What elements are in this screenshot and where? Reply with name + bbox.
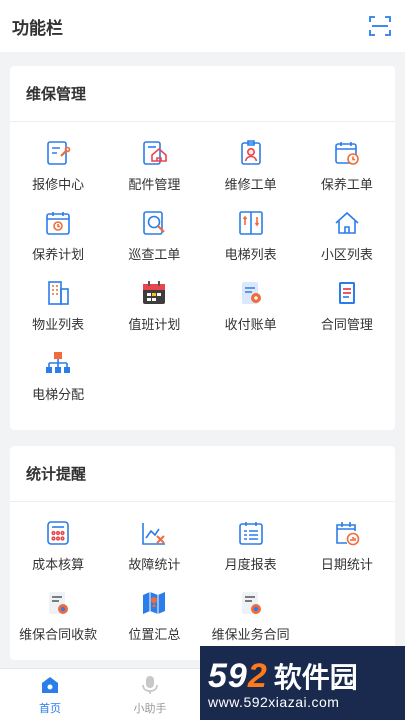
statistics-title: 统计提醒: [10, 446, 395, 502]
monthly-report-icon: [236, 518, 266, 548]
menu-item-business-contract[interactable]: 维保业务合同: [203, 580, 299, 650]
watermark-name: 软件园: [273, 662, 358, 693]
magnify-doc-icon: [139, 208, 169, 238]
parts-house-icon: [139, 138, 169, 168]
menu-item-elevator-allocation[interactable]: 电梯分配: [10, 340, 106, 410]
statistics-card: 统计提醒 成本核算 故障统计 月度报表 日期统计 维保合同收款 位置汇总 维保业…: [10, 446, 395, 660]
menu-item-label: 值班计划: [128, 316, 181, 332]
menu-item-repair-center[interactable]: 报修中心: [10, 130, 106, 200]
calendar-plan-icon: [43, 208, 73, 238]
menu-item-label: 报修中心: [32, 176, 85, 192]
menu-item-contract-payment[interactable]: 维保合同收款: [10, 580, 106, 650]
menu-item-label: 电梯分配: [32, 386, 85, 402]
scan-icon[interactable]: [367, 13, 393, 39]
fault-chart-icon: [139, 518, 169, 548]
menu-item-monthly-report[interactable]: 月度报表: [203, 510, 299, 580]
menu-item-label: 月度报表: [224, 556, 277, 572]
menu-item-label: 保养计划: [32, 246, 85, 262]
statistics-grid: 成本核算 故障统计 月度报表 日期统计 维保合同收款 位置汇总 维保业务合同: [10, 502, 395, 660]
watermark-logo: 592 软件园 www.592xiazai.com: [200, 646, 405, 720]
menu-item-label: 维修工单: [224, 176, 277, 192]
menu-item-label: 保养工单: [320, 176, 373, 192]
maintenance-grid: 报修中心 配件管理 维修工单 保养工单 保养计划 巡查工单 电梯列表 小区列表 …: [10, 122, 395, 430]
menu-item-date-stats[interactable]: 日期统计: [299, 510, 395, 580]
org-chart-icon: [43, 348, 73, 378]
menu-item-duty-plan[interactable]: 值班计划: [106, 270, 202, 340]
duty-calendar-icon: [139, 278, 169, 308]
menu-item-community-list[interactable]: 小区列表: [299, 200, 395, 270]
mic-icon: [138, 673, 162, 697]
menu-item-label: 收付账单: [224, 316, 277, 332]
date-stat-icon: [332, 518, 362, 548]
bill-icon: [236, 278, 266, 308]
home-icon: [38, 673, 62, 697]
tab-assistant-label: 小助手: [133, 703, 167, 715]
elevator-icon: [236, 208, 266, 238]
menu-item-label: 故障统计: [128, 556, 181, 572]
tab-home-label: 首页: [39, 703, 61, 715]
menu-item-maintenance-order[interactable]: 保养工单: [299, 130, 395, 200]
menu-item-label: 日期统计: [320, 556, 373, 572]
menu-item-location-summary[interactable]: 位置汇总: [106, 580, 202, 650]
menu-item-cost-accounting[interactable]: 成本核算: [10, 510, 106, 580]
menu-item-label: 成本核算: [32, 556, 85, 572]
map-icon: [139, 588, 169, 618]
menu-item-label: 配件管理: [128, 176, 181, 192]
wrench-doc-icon: [43, 138, 73, 168]
menu-item-label: 维保合同收款: [19, 626, 98, 642]
business-contract-icon: [236, 588, 266, 618]
menu-item-repair-order[interactable]: 维修工单: [203, 130, 299, 200]
menu-item-label: 维保业务合同: [211, 626, 290, 642]
contract-payment-icon: [43, 588, 73, 618]
menu-item-patrol-order[interactable]: 巡查工单: [106, 200, 202, 270]
top-bar: 功能栏: [0, 0, 405, 52]
menu-item-label: 电梯列表: [224, 246, 277, 262]
maintenance-title: 维保管理: [10, 66, 395, 122]
menu-item-maintenance-plan[interactable]: 保养计划: [10, 200, 106, 270]
watermark-number: 592: [208, 657, 268, 695]
house-icon: [332, 208, 362, 238]
building-icon: [43, 278, 73, 308]
menu-item-elevator-list[interactable]: 电梯列表: [203, 200, 299, 270]
menu-item-property-list[interactable]: 物业列表: [10, 270, 106, 340]
contract-icon: [332, 278, 362, 308]
calendar-clock-icon: [332, 138, 362, 168]
calculator-icon: [43, 518, 73, 548]
page-title: 功能栏: [12, 18, 63, 38]
menu-item-contract-management[interactable]: 合同管理: [299, 270, 395, 340]
tab-home[interactable]: 首页: [0, 669, 100, 720]
menu-item-label: 小区列表: [320, 246, 373, 262]
menu-item-label: 巡查工单: [128, 246, 181, 262]
menu-item-parts[interactable]: 配件管理: [106, 130, 202, 200]
menu-item-bills[interactable]: 收付账单: [203, 270, 299, 340]
menu-item-label: 合同管理: [320, 316, 373, 332]
maintenance-card: 维保管理 报修中心 配件管理 维修工单 保养工单 保养计划 巡查工单 电梯列表 …: [10, 66, 395, 430]
menu-item-fault-stats[interactable]: 故障统计: [106, 510, 202, 580]
watermark-url: www.592xiazai.com: [208, 694, 340, 710]
menu-item-label: 物业列表: [32, 316, 85, 332]
repair-worker-icon: [236, 138, 266, 168]
tab-assistant[interactable]: 小助手: [100, 669, 200, 720]
menu-item-label: 位置汇总: [128, 626, 181, 642]
